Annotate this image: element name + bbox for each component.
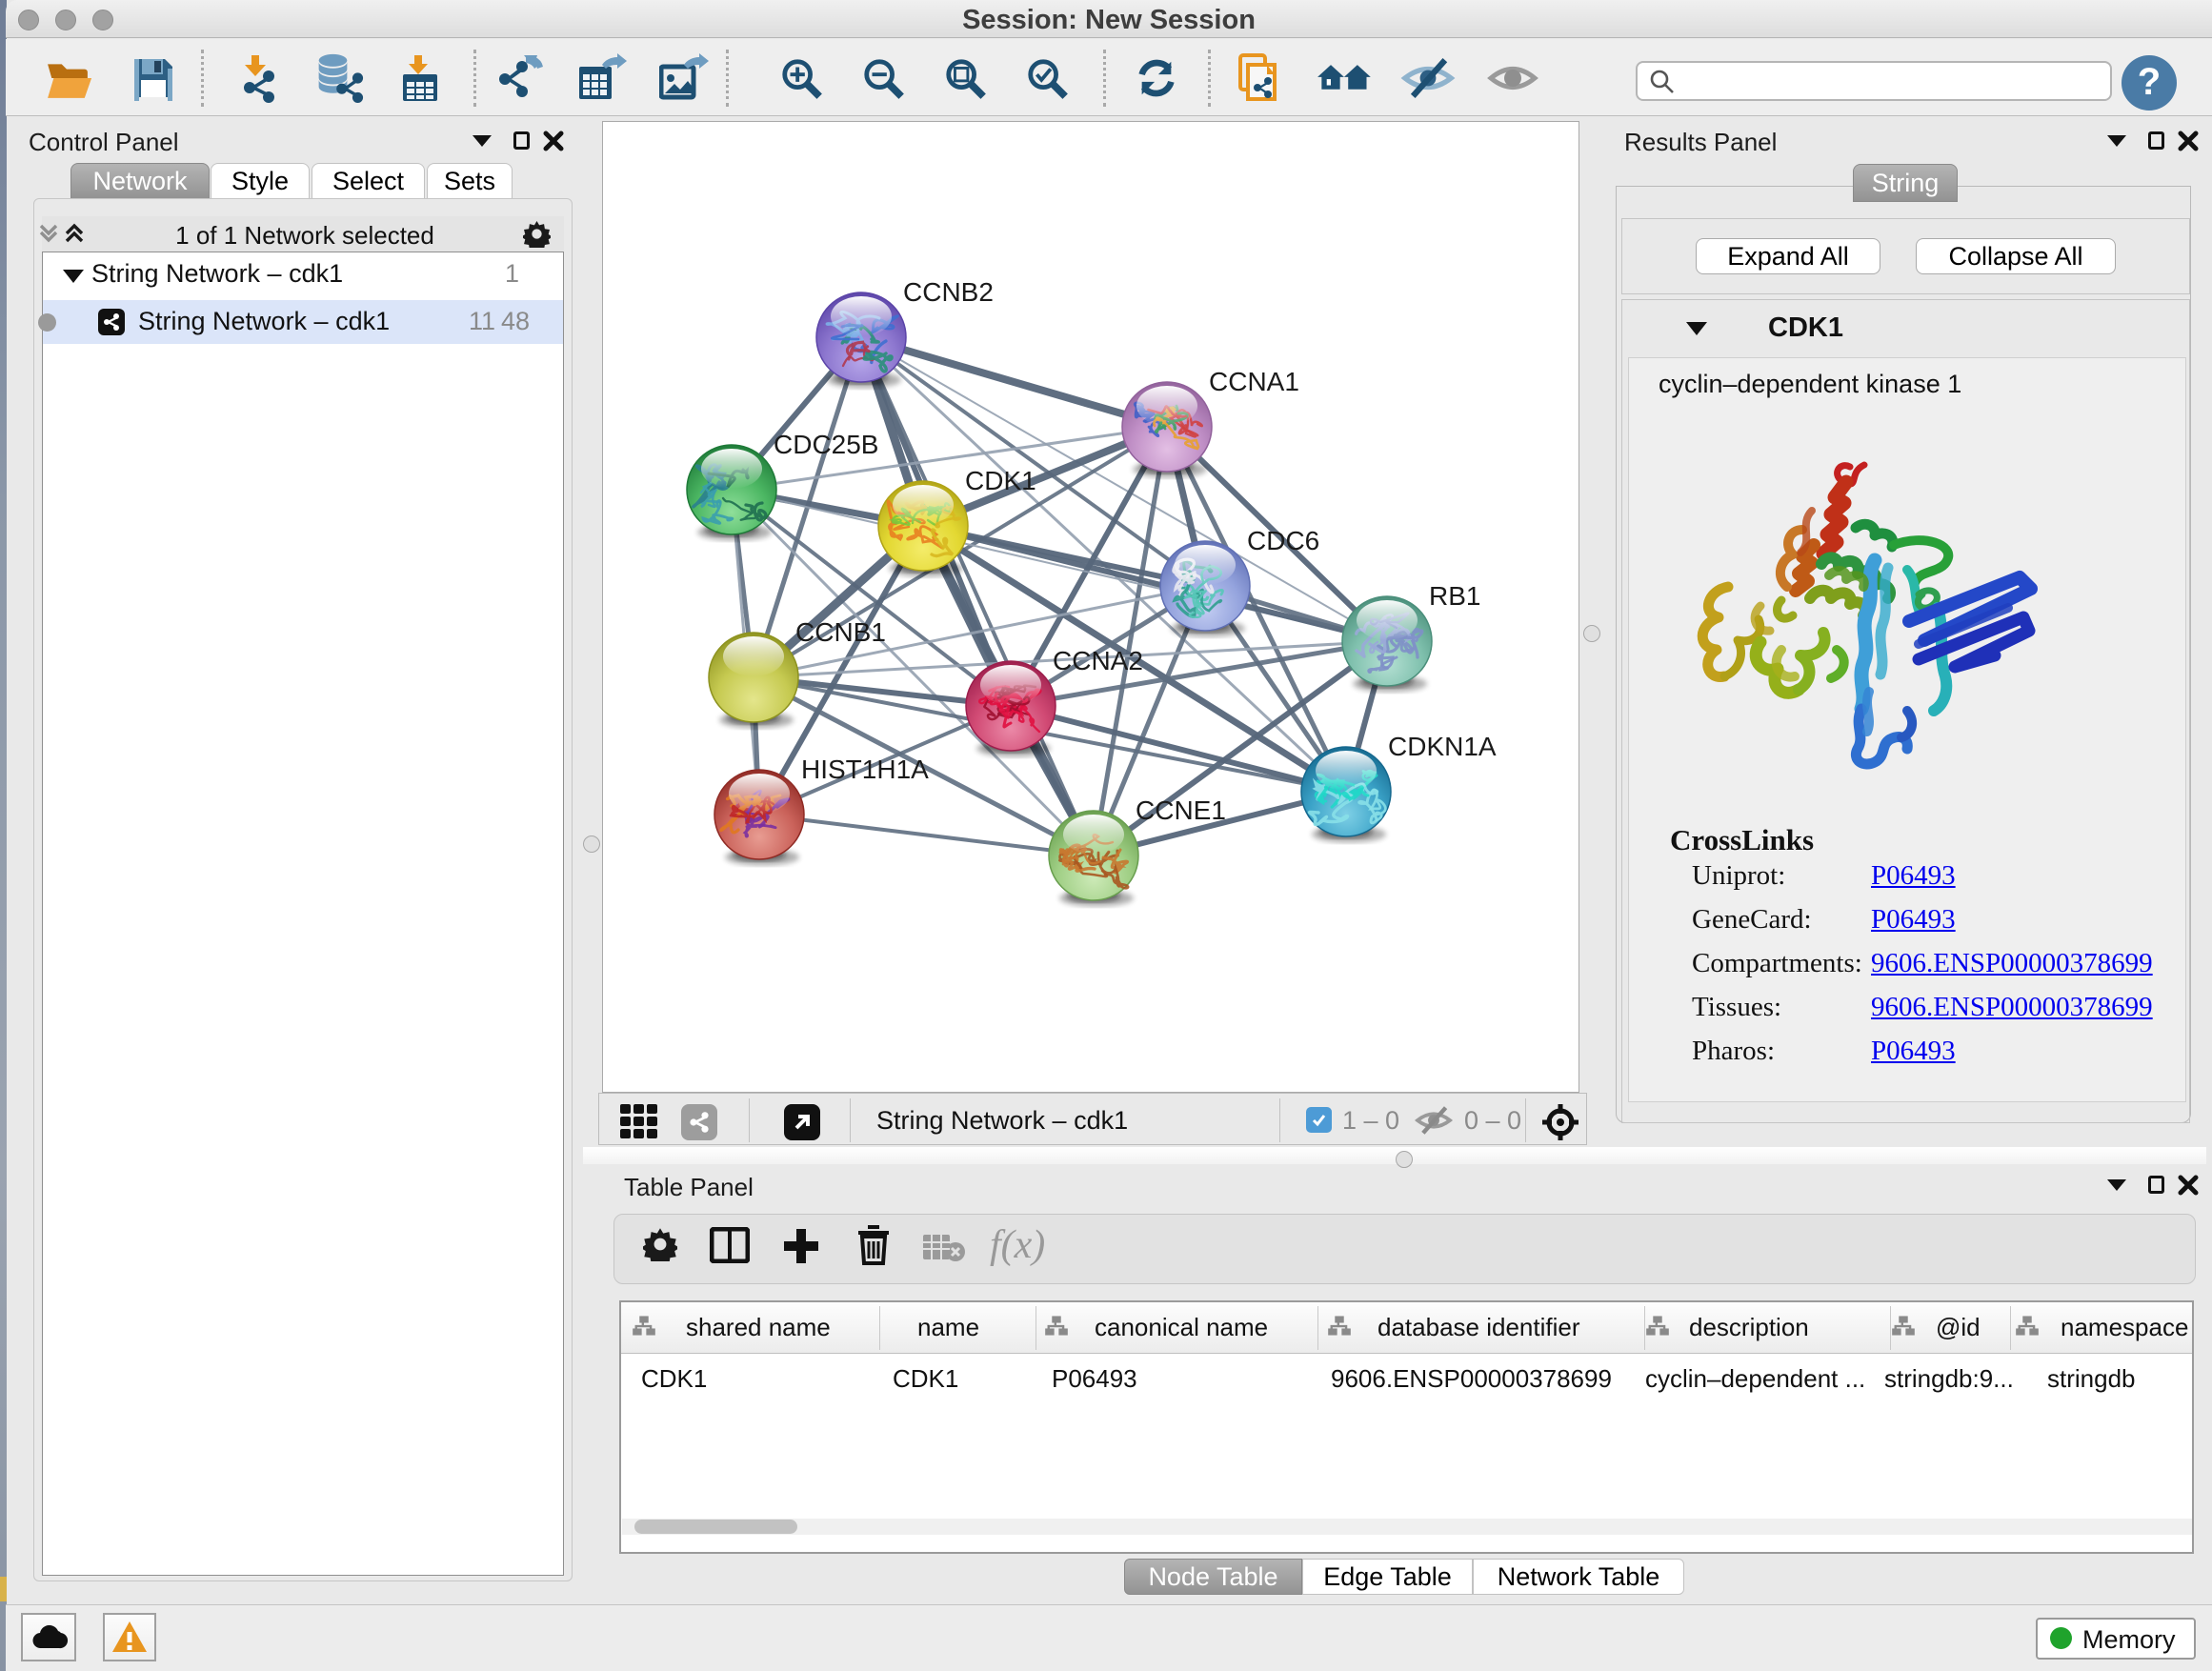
svg-text:HIST1H1A: HIST1H1A: [801, 755, 929, 784]
svg-text:CCNA2: CCNA2: [1053, 646, 1143, 675]
svg-text:CDK1: CDK1: [965, 466, 1036, 495]
svg-text:CCNE1: CCNE1: [1136, 795, 1226, 825]
svg-text:CDKN1A: CDKN1A: [1388, 732, 1497, 761]
svg-text:CCNB2: CCNB2: [903, 277, 994, 307]
svg-text:CDC25B: CDC25B: [774, 430, 878, 459]
svg-text:CDC6: CDC6: [1247, 526, 1319, 555]
svg-text:CCNA1: CCNA1: [1209, 367, 1299, 396]
svg-text:RB1: RB1: [1429, 581, 1480, 611]
svg-text:CCNB1: CCNB1: [795, 617, 886, 647]
